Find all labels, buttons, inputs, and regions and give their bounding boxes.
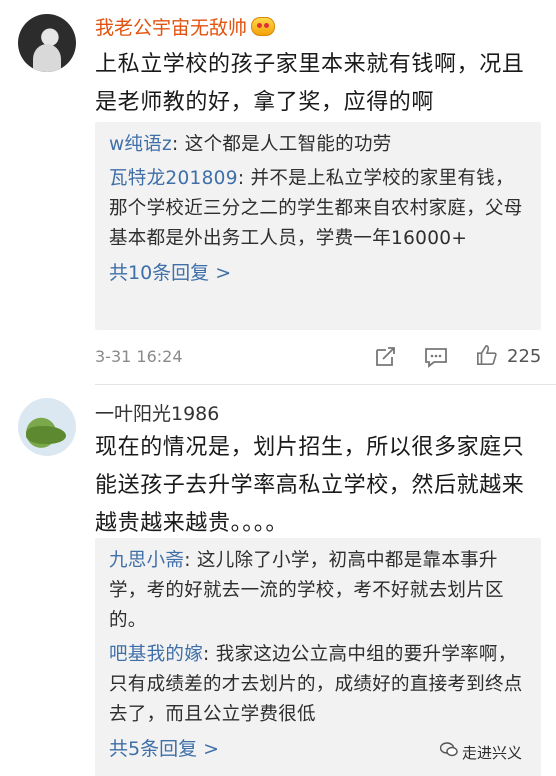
- reply-item: 瓦特龙201809: 并不是上私立学校的家里有钱，那个学校近三分之二的学生都来自…: [109, 168, 523, 249]
- comment-text: 上私立学校的孩子家里本来就有钱啊，况且是老师教的好，拿了奖，应得的啊: [95, 52, 525, 115]
- reply-thread: w纯语z: 这个都是人工智能的功劳 瓦特龙201809: 并不是上私立学校的家里…: [95, 122, 541, 330]
- like-count: 225: [507, 346, 542, 367]
- username-text: 我老公宇宙无敌帅: [95, 17, 248, 39]
- reply-thread: 九思小斋: 这儿除了小学，初高中都是靠本事升学，考的好就去一流的学校，考不好就去…: [95, 538, 541, 776]
- username-link[interactable]: 我老公宇宙无敌帅: [95, 16, 276, 40]
- vip-badge-icon: [251, 17, 276, 36]
- more-replies-link[interactable]: 共10条回复 >: [109, 258, 527, 288]
- reply-author[interactable]: 吧基我的嫁: [109, 644, 203, 665]
- reply-author[interactable]: 九思小斋: [109, 550, 184, 571]
- comment-text: 现在的情况是，划片招生，所以很多家庭只能送孩子去升学率高私立学校，然后就越来越贵…: [95, 435, 525, 536]
- username-link[interactable]: 一叶阳光1986: [95, 402, 219, 426]
- wechat-icon: [440, 742, 458, 757]
- comment-icon[interactable]: [424, 346, 448, 368]
- user-avatar[interactable]: [18, 398, 76, 456]
- reply-item: w纯语z: 这个都是人工智能的功劳: [109, 134, 392, 155]
- user-avatar[interactable]: [18, 14, 76, 72]
- reply-author[interactable]: 瓦特龙201809: [109, 168, 238, 189]
- watermark-text: 走进兴义: [462, 744, 523, 762]
- comment-timestamp: 3-31 16:24: [95, 347, 183, 366]
- reply-item: 九思小斋: 这儿除了小学，初高中都是靠本事升学，考的好就去一流的学校，考不好就去…: [109, 550, 504, 631]
- like-icon[interactable]: [475, 344, 499, 366]
- reply-author[interactable]: w纯语z: [109, 134, 172, 155]
- reply-content: 这个都是人工智能的功劳: [184, 134, 392, 155]
- reply-item: 吧基我的嫁: 我家这边公立高中组的要升学率啊，只有成绩差的才去划片的，成绩好的直…: [109, 644, 523, 725]
- share-icon[interactable]: [374, 346, 398, 368]
- comment-divider: [95, 384, 556, 385]
